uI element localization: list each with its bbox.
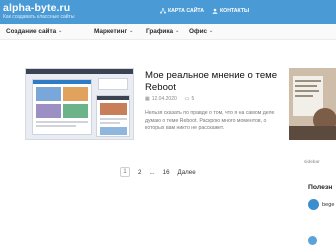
menu-item-label: Маркетинг [94, 28, 128, 35]
contacts-label: КОНТАКТЫ [220, 8, 250, 14]
comment-icon: ▭ [184, 96, 190, 102]
thumbnail-window-main [32, 79, 92, 135]
menu-item-office[interactable]: Офис ⌄ [189, 27, 214, 36]
sidebar-photo [289, 68, 336, 140]
thumbnail-card [98, 78, 128, 90]
menu-item-marketing[interactable]: Маркетинг ⌄ [94, 27, 134, 36]
page-next-button[interactable]: Далее [178, 169, 196, 176]
sidebar-link[interactable]: sidebar [304, 160, 320, 165]
sidebar-item-name[interactable]: bege [322, 202, 334, 208]
site-header: alpha-byte.ru Как создавать классные сай… [0, 0, 336, 24]
sidebar-avatar-second [308, 236, 317, 245]
sidebar-heading: Полезн [308, 184, 333, 191]
chevron-down-icon: ⌄ [58, 27, 63, 34]
sitemap-link[interactable]: КАРТА САЙТА [160, 8, 204, 14]
page-ellipsis: ... [149, 168, 155, 176]
page-link-2[interactable]: 2 [138, 169, 141, 176]
article-comments-count: 5 [191, 96, 195, 102]
menu-item-label: Офис [189, 28, 208, 35]
article-meta: ▦ 12.04.2020 ▭ 5 [145, 96, 194, 102]
page-link-last[interactable]: 16 [163, 169, 170, 176]
category-menu: Создание сайта ⌄ Маркетинг ⌄ Графика ⌄ О… [0, 24, 336, 40]
thumbnail-topbar [26, 69, 133, 74]
site-logo-title[interactable]: alpha-byte.ru [3, 2, 70, 14]
sitemap-icon [160, 8, 166, 14]
menu-item-graphics[interactable]: Графика ⌄ [146, 27, 180, 36]
sitemap-label: КАРТА САЙТА [168, 8, 205, 14]
article-date: 12.04.2020 [151, 96, 177, 102]
chevron-down-icon: ⌄ [175, 27, 180, 34]
chevron-down-icon: ⌄ [129, 27, 134, 34]
pagination: 1 2 ... 16 Далее [120, 167, 196, 177]
article-title[interactable]: Мое реальное мнение о теме Reboot [145, 70, 285, 94]
page-current: 1 [120, 167, 130, 177]
article-excerpt: Нельзя сказать по правде о том, что я на… [145, 110, 275, 132]
calendar-icon: ▦ [145, 96, 150, 102]
menu-item-label: Графика [146, 28, 174, 35]
thumbnail-window-side [96, 95, 130, 137]
sidebar-avatar [308, 199, 319, 210]
chevron-down-icon: ⌄ [209, 27, 214, 34]
site-tagline: Как создавать классные сайты [3, 14, 75, 20]
contacts-icon [212, 8, 218, 14]
contacts-link[interactable]: КОНТАКТЫ [212, 8, 249, 14]
sidebar-image[interactable] [289, 68, 336, 140]
menu-item-site-creation[interactable]: Создание сайта ⌄ [6, 27, 63, 36]
article-thumbnail[interactable] [25, 68, 134, 140]
menu-item-label: Создание сайта [6, 28, 57, 35]
